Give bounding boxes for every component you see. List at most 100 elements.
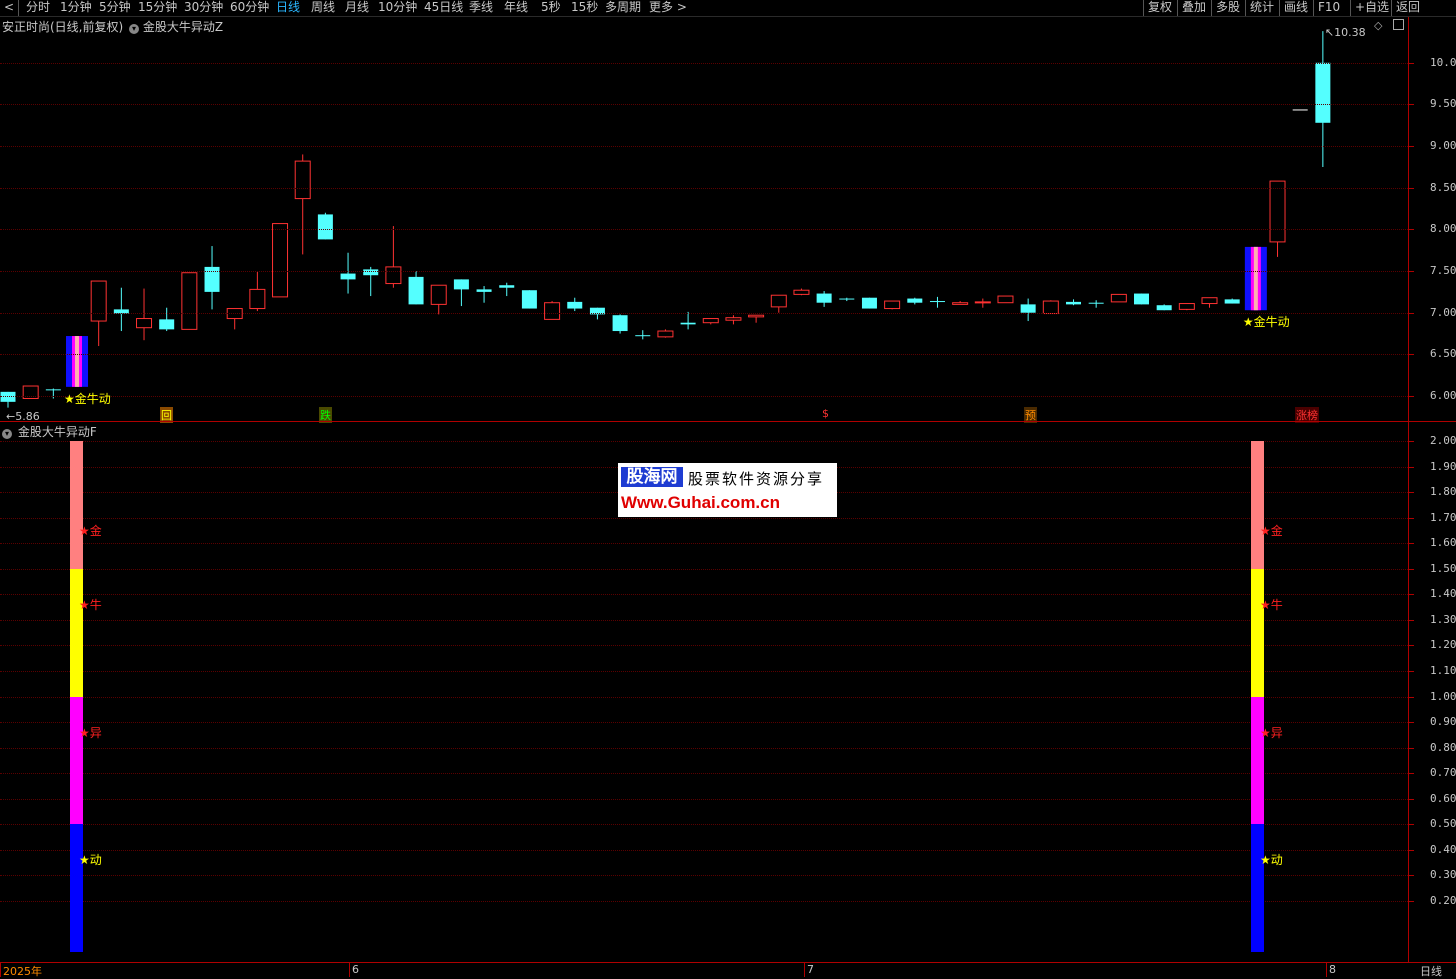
indicator-segment (1251, 824, 1264, 952)
candle[interactable] (861, 297, 877, 309)
candle[interactable] (1134, 293, 1149, 305)
indicator-tick (1409, 619, 1414, 621)
candle[interactable] (385, 226, 402, 288)
candle[interactable] (204, 246, 220, 310)
period-tab-2[interactable]: 5分钟 (99, 0, 131, 16)
max-price-label: ↖10.38 (1324, 26, 1366, 40)
candle[interactable] (45, 388, 61, 399)
candle[interactable] (0, 391, 16, 408)
candle[interactable] (748, 314, 765, 323)
candle-body (748, 314, 765, 318)
period-tab-14[interactable]: 15秒 (571, 0, 598, 16)
period-tab-11[interactable]: 季线 (469, 0, 493, 16)
candle[interactable] (453, 279, 469, 307)
candle[interactable] (159, 307, 175, 332)
candle[interactable] (1178, 303, 1195, 311)
period-tab-16[interactable]: 更多 > (649, 0, 687, 16)
period-tab-6[interactable]: 日线 (276, 0, 300, 16)
period-tab-12[interactable]: 年线 (504, 0, 528, 16)
candle[interactable] (1201, 297, 1218, 308)
candle-body (159, 319, 175, 330)
candle[interactable] (181, 272, 198, 330)
period-tab-4[interactable]: 30分钟 (184, 0, 223, 16)
candle[interactable] (430, 284, 447, 315)
toolbar-button-2[interactable]: 多股 (1211, 0, 1244, 16)
candle-body (340, 273, 356, 280)
candle[interactable] (1020, 298, 1036, 322)
period-tab-0[interactable]: 分时 (26, 0, 50, 16)
candle[interactable] (657, 329, 674, 338)
indicator-f-title[interactable]: 金股大牛异动F (18, 425, 97, 439)
candle[interactable] (136, 288, 153, 341)
price-tick (1409, 396, 1414, 397)
candle[interactable] (1110, 293, 1127, 303)
candle[interactable] (974, 298, 991, 308)
candle[interactable] (294, 154, 311, 255)
toolbar-button-7[interactable]: 返回 (1391, 0, 1424, 16)
time-label: 6 (352, 963, 359, 976)
candle[interactable] (408, 271, 424, 305)
candle[interactable] (702, 318, 719, 325)
chevron-down-icon[interactable]: ▾ (2, 429, 12, 439)
candle[interactable] (113, 287, 129, 332)
period-tab-9[interactable]: 10分钟 (378, 0, 417, 16)
candle[interactable] (770, 294, 787, 313)
toolbar-button-5[interactable]: F10 (1313, 0, 1344, 16)
candle[interactable] (317, 212, 333, 240)
toolbar-scroll-icon[interactable]: < (0, 0, 19, 16)
period-tab-7[interactable]: 周线 (311, 0, 335, 16)
indicator-tick-label: 1.40 (1430, 587, 1456, 601)
toolbar-button-4[interactable]: 画线 (1279, 0, 1312, 16)
candle[interactable] (816, 291, 832, 307)
candle-body (1134, 293, 1149, 305)
candle[interactable] (612, 314, 628, 334)
candle[interactable] (521, 290, 537, 309)
toolbar-button-6[interactable]: +自选 (1350, 0, 1393, 16)
candle[interactable] (66, 336, 89, 387)
candle[interactable] (997, 295, 1014, 304)
candle[interactable] (1269, 180, 1286, 257)
candle[interactable] (839, 297, 855, 302)
period-tab-3[interactable]: 15分钟 (138, 0, 177, 16)
candle[interactable] (1088, 300, 1104, 308)
candle[interactable] (907, 297, 923, 305)
candle-body (793, 289, 810, 295)
candle[interactable] (793, 288, 810, 296)
toolbar-button-0[interactable]: 复权 (1143, 0, 1176, 16)
candle[interactable] (499, 282, 515, 297)
candle[interactable] (1244, 246, 1267, 311)
candle[interactable] (1292, 109, 1308, 111)
candle[interactable] (340, 252, 356, 294)
candle[interactable] (952, 301, 969, 305)
candle[interactable] (226, 308, 243, 330)
toolbar-button-1[interactable]: 叠加 (1177, 0, 1210, 16)
indicator-tick (1409, 900, 1414, 902)
indicator-tick-label: 2.00 (1430, 434, 1456, 447)
period-tab-1[interactable]: 1分钟 (60, 0, 92, 16)
candle[interactable] (1156, 304, 1172, 311)
toolbar-button-3[interactable]: 统计 (1245, 0, 1278, 16)
period-tab-10[interactable]: 45日线 (424, 0, 463, 16)
candle[interactable] (929, 296, 945, 308)
candlestick-chart[interactable] (0, 17, 1408, 421)
candle[interactable] (567, 297, 583, 312)
indicator-gridline (0, 824, 1408, 826)
period-tab-13[interactable]: 5秒 (541, 0, 561, 16)
candle-body (612, 315, 628, 332)
candle[interactable] (1042, 300, 1059, 315)
candle[interactable] (680, 311, 696, 330)
candle[interactable] (884, 300, 901, 310)
candle[interactable] (635, 330, 651, 340)
candle[interactable] (249, 271, 266, 312)
period-tab-5[interactable]: 60分钟 (230, 0, 269, 16)
indicator-gridline (0, 747, 1408, 749)
candle[interactable] (1065, 299, 1081, 306)
candle[interactable] (544, 301, 561, 320)
price-tick-label: 10.00 (1430, 55, 1456, 69)
period-tab-15[interactable]: 多周期 (605, 0, 641, 16)
candle[interactable] (725, 315, 742, 325)
candle[interactable] (1224, 298, 1240, 304)
period-tab-8[interactable]: 月线 (345, 0, 369, 16)
candle[interactable] (272, 223, 289, 298)
candle[interactable] (476, 286, 492, 303)
